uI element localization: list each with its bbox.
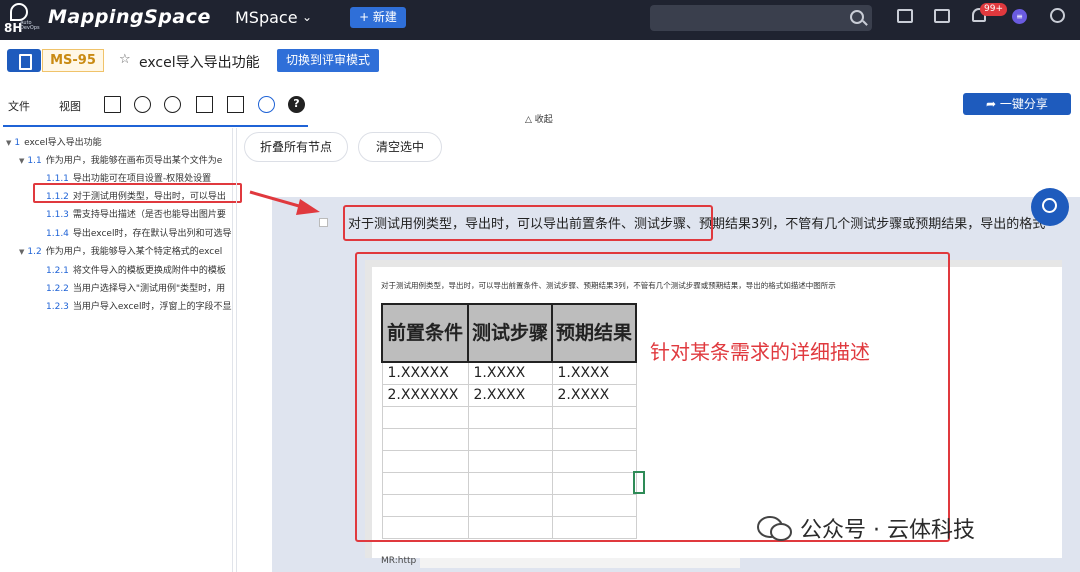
collapse-all-button[interactable]: 折叠所有节点	[244, 132, 348, 162]
monitor-icon[interactable]	[897, 9, 913, 23]
outline-item[interactable]: 1.1.4 导出excel时，存在默认导出列和可选导	[46, 226, 231, 239]
caret-down-icon[interactable]: ▼	[19, 248, 24, 256]
document-icon-button[interactable]	[7, 49, 41, 72]
mr-link[interactable]: MR:http	[381, 556, 416, 566]
outline-item[interactable]: ▼ 1 excel导入导出功能	[6, 135, 102, 148]
logo-mark-icon	[10, 3, 28, 21]
description-highlight-box	[355, 252, 950, 542]
star-icon[interactable]: ☆	[119, 52, 131, 67]
page-title: excel导入导出功能	[139, 55, 260, 71]
search-fab-icon[interactable]	[1031, 188, 1069, 226]
image-export-alt-icon[interactable]	[227, 96, 244, 113]
arrow-annotation-icon	[249, 190, 320, 215]
review-mode-button[interactable]: 切换到评审模式	[277, 49, 379, 72]
download-icon[interactable]	[164, 96, 181, 113]
file-menu[interactable]: 文件	[8, 98, 30, 114]
blurred-url	[420, 558, 740, 568]
id-tag: MS-95	[42, 49, 104, 72]
search-input[interactable]	[650, 5, 872, 31]
outline-item[interactable]: 1.1.3 需支持导出描述（是否也能导出图片要	[46, 207, 226, 220]
brand-name[interactable]: MappingSpace	[48, 6, 211, 28]
highlight-box	[33, 183, 242, 203]
outline-item[interactable]: 1.2.3 当用户导入excel时，浮窗上的字段不显	[46, 299, 231, 312]
caret-down-icon[interactable]: ▼	[6, 139, 11, 147]
refresh-icon[interactable]	[258, 96, 275, 113]
help-icon[interactable]: ?	[288, 96, 305, 113]
collapse-label: 收起	[534, 115, 553, 125]
view-menu[interactable]: 视图	[59, 98, 81, 114]
search-icon[interactable]	[850, 10, 864, 24]
top-navigation-bar: 8H Auto DevOps MappingSpace MSpace ⌄ + 新…	[0, 0, 1080, 40]
panel-splitter[interactable]	[236, 128, 237, 572]
collapse-toggle[interactable]: △ 收起	[525, 112, 553, 125]
share-button[interactable]: ➦ 一键分享	[963, 93, 1071, 115]
chevron-down-icon[interactable]: ⌄	[302, 10, 312, 24]
outline-item[interactable]: 1.2.2 当用户选择导入"测试用例"类型时，用	[46, 281, 225, 294]
globe-icon[interactable]	[1050, 8, 1065, 23]
notification-badge: 99+	[980, 3, 1007, 16]
upload-icon[interactable]	[134, 96, 151, 113]
node-highlight-box	[343, 205, 713, 241]
new-button[interactable]: + 新建	[350, 7, 406, 28]
avatar[interactable]: ≡	[1012, 9, 1027, 24]
contacts-icon[interactable]	[934, 9, 950, 23]
node-checkbox[interactable]	[319, 218, 328, 227]
word-export-icon[interactable]	[104, 96, 121, 113]
outline-item[interactable]: 1.2.1 将文件导入的模板更换成附件中的模板	[46, 263, 226, 276]
logo[interactable]: 8H Auto DevOps	[4, 3, 40, 37]
wechat-icon	[757, 516, 792, 541]
clear-selection-button[interactable]: 清空选中	[358, 132, 442, 162]
watermark-text: 公众号 · 云体科技	[800, 518, 975, 543]
share-label: 一键分享	[999, 97, 1048, 111]
menu-underline	[3, 125, 308, 127]
caret-down-icon[interactable]: ▼	[19, 157, 24, 165]
logo-subtext: Auto DevOps	[20, 20, 40, 31]
image-export-icon[interactable]	[196, 96, 213, 113]
outline-item[interactable]: ▼ 1.2 作为用户，我能够导入某个特定格式的excel	[19, 244, 222, 257]
space-selector[interactable]: MSpace	[235, 8, 298, 27]
outline-item[interactable]: ▼ 1.1 作为用户，我能够在画布页导出某个文件为e	[19, 153, 222, 166]
